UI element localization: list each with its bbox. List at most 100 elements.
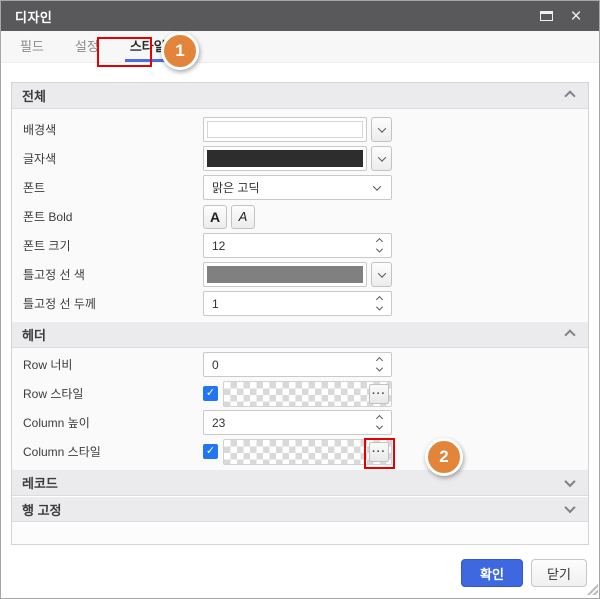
column-style-checkbox[interactable]: ✓ xyxy=(203,444,218,459)
dialog-body: 전체 배경색 글자색 xyxy=(1,63,599,545)
row-width-spinner xyxy=(203,352,392,377)
resize-grip[interactable] xyxy=(586,583,598,595)
text-color-dropdown-button[interactable] xyxy=(371,146,392,171)
maximize-button[interactable] xyxy=(535,5,557,27)
chevron-down-icon xyxy=(373,182,381,190)
row-column-height: Column 높이 xyxy=(22,410,578,435)
row-text-color: 글자색 xyxy=(22,146,578,171)
row-column-style: Column 스타일 ✓ ··· xyxy=(22,439,578,464)
row-font-bold: 폰트 Bold A A xyxy=(22,204,578,229)
style-accordion: 전체 배경색 글자색 xyxy=(11,82,589,545)
font-select[interactable]: 맑은 고딕 xyxy=(203,175,392,200)
section-title-row-freeze: 행 고정 xyxy=(22,500,566,519)
text-color-control xyxy=(203,146,392,171)
font-size-control xyxy=(203,233,392,258)
dialog-title: 디자인 xyxy=(15,7,52,26)
tab-settings-label: 설정 xyxy=(75,36,99,55)
column-height-input[interactable] xyxy=(204,411,354,434)
row-row-style: Row 스타일 ✓ ··· xyxy=(22,381,578,406)
row-font: 폰트 맑은 고딕 xyxy=(22,175,578,200)
row-row-width: Row 너비 xyxy=(22,352,578,377)
maximize-icon xyxy=(540,11,553,21)
font-control: 맑은 고딕 xyxy=(203,175,392,200)
spinner-up-icon xyxy=(376,295,383,302)
section-header-rows: Row 너비 Row 스타일 xyxy=(12,348,588,470)
bg-color-label: 배경색 xyxy=(22,121,203,138)
row-style-more-button[interactable]: ··· xyxy=(369,384,389,404)
bg-color-field[interactable] xyxy=(203,117,367,142)
row-width-spin-buttons[interactable] xyxy=(377,353,382,376)
section-header-record[interactable]: 레코드 xyxy=(12,470,588,496)
chevron-up-icon xyxy=(564,90,575,101)
row-width-control xyxy=(203,352,392,377)
section-header-general[interactable]: 전체 xyxy=(12,83,588,109)
bg-color-dropdown-button[interactable] xyxy=(371,117,392,142)
section-general-rows: 배경색 글자색 xyxy=(12,109,588,322)
freeze-line-color-field[interactable] xyxy=(203,262,367,287)
bg-color-control xyxy=(203,117,392,142)
row-freeze-line-color: 틀고정 선 색 xyxy=(22,262,578,287)
row-freeze-line-width: 틀고정 선 두께 xyxy=(22,291,578,316)
column-height-spinner xyxy=(203,410,392,435)
row-style-control: ✓ ··· xyxy=(203,381,392,407)
accordion-empty-strip xyxy=(12,522,588,544)
annotation-step-badge-1: 1 xyxy=(161,32,199,70)
freeze-line-width-spinner xyxy=(203,291,392,316)
close-button[interactable]: × xyxy=(565,5,587,27)
row-bg-color: 배경색 xyxy=(22,117,578,142)
font-size-label: 폰트 크기 xyxy=(22,237,203,254)
column-height-spin-buttons[interactable] xyxy=(377,411,382,434)
spinner-up-icon xyxy=(376,414,383,421)
section-title-header: 헤더 xyxy=(22,325,566,344)
spinner-down-icon xyxy=(376,364,383,371)
column-style-label: Column 스타일 xyxy=(22,443,203,460)
tab-field[interactable]: 필드 xyxy=(15,31,49,62)
dialog-titlebar: 디자인 × xyxy=(1,1,599,31)
row-width-input[interactable] xyxy=(204,353,354,376)
row-width-label: Row 너비 xyxy=(22,356,203,373)
section-header-row-freeze[interactable]: 행 고정 xyxy=(12,496,588,522)
annotation-step-badge-2: 2 xyxy=(425,438,463,476)
checkmark-icon: ✓ xyxy=(206,388,215,399)
spinner-up-icon xyxy=(376,356,383,363)
freeze-line-width-label: 틀고정 선 두께 xyxy=(22,295,203,312)
ok-button[interactable]: 확인 xyxy=(461,559,523,587)
tab-field-label: 필드 xyxy=(20,36,44,55)
font-size-input[interactable] xyxy=(204,234,354,257)
bold-button[interactable]: A xyxy=(203,205,227,229)
row-style-checkbox[interactable]: ✓ xyxy=(203,386,218,401)
spinner-down-icon xyxy=(376,422,383,429)
text-color-swatch xyxy=(207,150,363,167)
chevron-down-icon xyxy=(377,269,385,277)
section-title-general: 전체 xyxy=(22,86,566,105)
text-color-field[interactable] xyxy=(203,146,367,171)
bg-color-swatch xyxy=(207,121,363,138)
font-select-value: 맑은 고딕 xyxy=(212,179,260,196)
chevron-down-icon xyxy=(564,475,575,486)
section-header-header[interactable]: 헤더 xyxy=(12,322,588,348)
close-dialog-button[interactable]: 닫기 xyxy=(531,559,587,587)
row-font-size: 폰트 크기 xyxy=(22,233,578,258)
tab-bar: 필드 설정 스타일 xyxy=(1,31,599,63)
italic-button[interactable]: A xyxy=(231,205,255,229)
column-height-control xyxy=(203,410,392,435)
freeze-line-color-label: 틀고정 선 색 xyxy=(22,266,203,283)
column-height-label: Column 높이 xyxy=(22,414,203,431)
font-bold-label: 폰트 Bold xyxy=(22,208,203,225)
chevron-down-icon xyxy=(377,153,385,161)
annotation-red-box-style-tab xyxy=(97,37,152,67)
freeze-line-color-dropdown-button[interactable] xyxy=(371,262,392,287)
freeze-line-width-input[interactable] xyxy=(204,292,354,315)
section-title-record: 레코드 xyxy=(22,473,566,492)
dialog-footer: 확인 닫기 xyxy=(1,545,599,596)
close-icon: × xyxy=(570,7,581,26)
row-style-preview[interactable]: ··· xyxy=(223,381,392,407)
font-label: 폰트 xyxy=(22,179,203,196)
font-bold-control: A A xyxy=(203,205,259,229)
annotation-red-box-more-button xyxy=(364,438,395,469)
text-color-label: 글자색 xyxy=(22,150,203,167)
spinner-down-icon xyxy=(376,245,383,252)
spinner-up-icon xyxy=(376,237,383,244)
freeze-line-width-spin-buttons[interactable] xyxy=(377,292,382,315)
font-size-spin-buttons[interactable] xyxy=(377,234,382,257)
